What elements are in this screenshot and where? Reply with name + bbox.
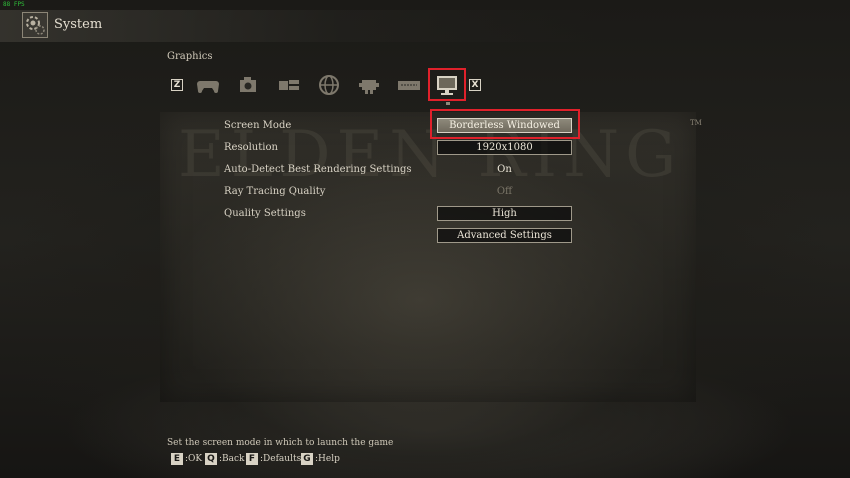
key-e: E (171, 453, 183, 465)
prev-tab-key[interactable]: Z (171, 79, 183, 91)
display-settings-icon (279, 80, 299, 90)
globe-icon (319, 75, 339, 95)
hint-help[interactable]: G :Help (301, 453, 340, 465)
tab-language[interactable] (316, 72, 342, 98)
key-q: Q (205, 453, 217, 465)
trademark-mark: TM (690, 119, 702, 127)
hint-label: :OK (185, 454, 203, 464)
key-g: G (301, 453, 313, 465)
header-bar (0, 10, 850, 42)
quality-settings-select[interactable]: High (437, 206, 572, 221)
section-title: Graphics (167, 51, 213, 62)
camera-icon (240, 77, 256, 92)
fps-counter: 88 FPS (3, 1, 25, 8)
next-tab-key[interactable]: X (469, 79, 481, 91)
setting-label-ray-tracing: Ray Tracing Quality (224, 186, 326, 197)
tab-network[interactable] (356, 72, 382, 98)
active-tab-highlight (428, 68, 466, 101)
ray-tracing-quality-select: Off (496, 186, 513, 197)
hint-label: :Help (315, 454, 340, 464)
setting-label-resolution: Resolution (224, 142, 278, 153)
keyboard-icon (398, 81, 420, 90)
help-description: Set the screen mode in which to launch t… (167, 438, 394, 448)
active-tab-indicator (446, 102, 450, 105)
setting-label-screen-mode: Screen Mode (224, 120, 292, 131)
page-title: System (54, 17, 103, 32)
network-icon (359, 80, 379, 94)
setting-label-auto-detect: Auto-Detect Best Rendering Settings (224, 164, 412, 175)
tab-camera[interactable] (235, 72, 261, 98)
resolution-select[interactable]: 1920x1080 (437, 140, 572, 155)
setting-label-quality: Quality Settings (224, 208, 306, 219)
hint-ok[interactable]: E :OK (171, 453, 202, 465)
selected-setting-highlight (430, 109, 580, 139)
tab-keyboard[interactable] (396, 72, 422, 98)
hint-label: :Defaults (260, 454, 302, 464)
key-f: F (246, 453, 258, 465)
hint-defaults[interactable]: F :Defaults (246, 453, 301, 465)
gear-icon (22, 12, 48, 38)
hint-label: :Back (219, 454, 245, 464)
tab-controls[interactable] (195, 72, 221, 98)
gamepad-icon (197, 81, 219, 93)
hint-back[interactable]: Q :Back (205, 453, 245, 465)
auto-detect-toggle[interactable]: On (437, 164, 572, 175)
advanced-settings-button[interactable]: Advanced Settings (437, 228, 572, 243)
tab-display-settings[interactable] (276, 72, 302, 98)
